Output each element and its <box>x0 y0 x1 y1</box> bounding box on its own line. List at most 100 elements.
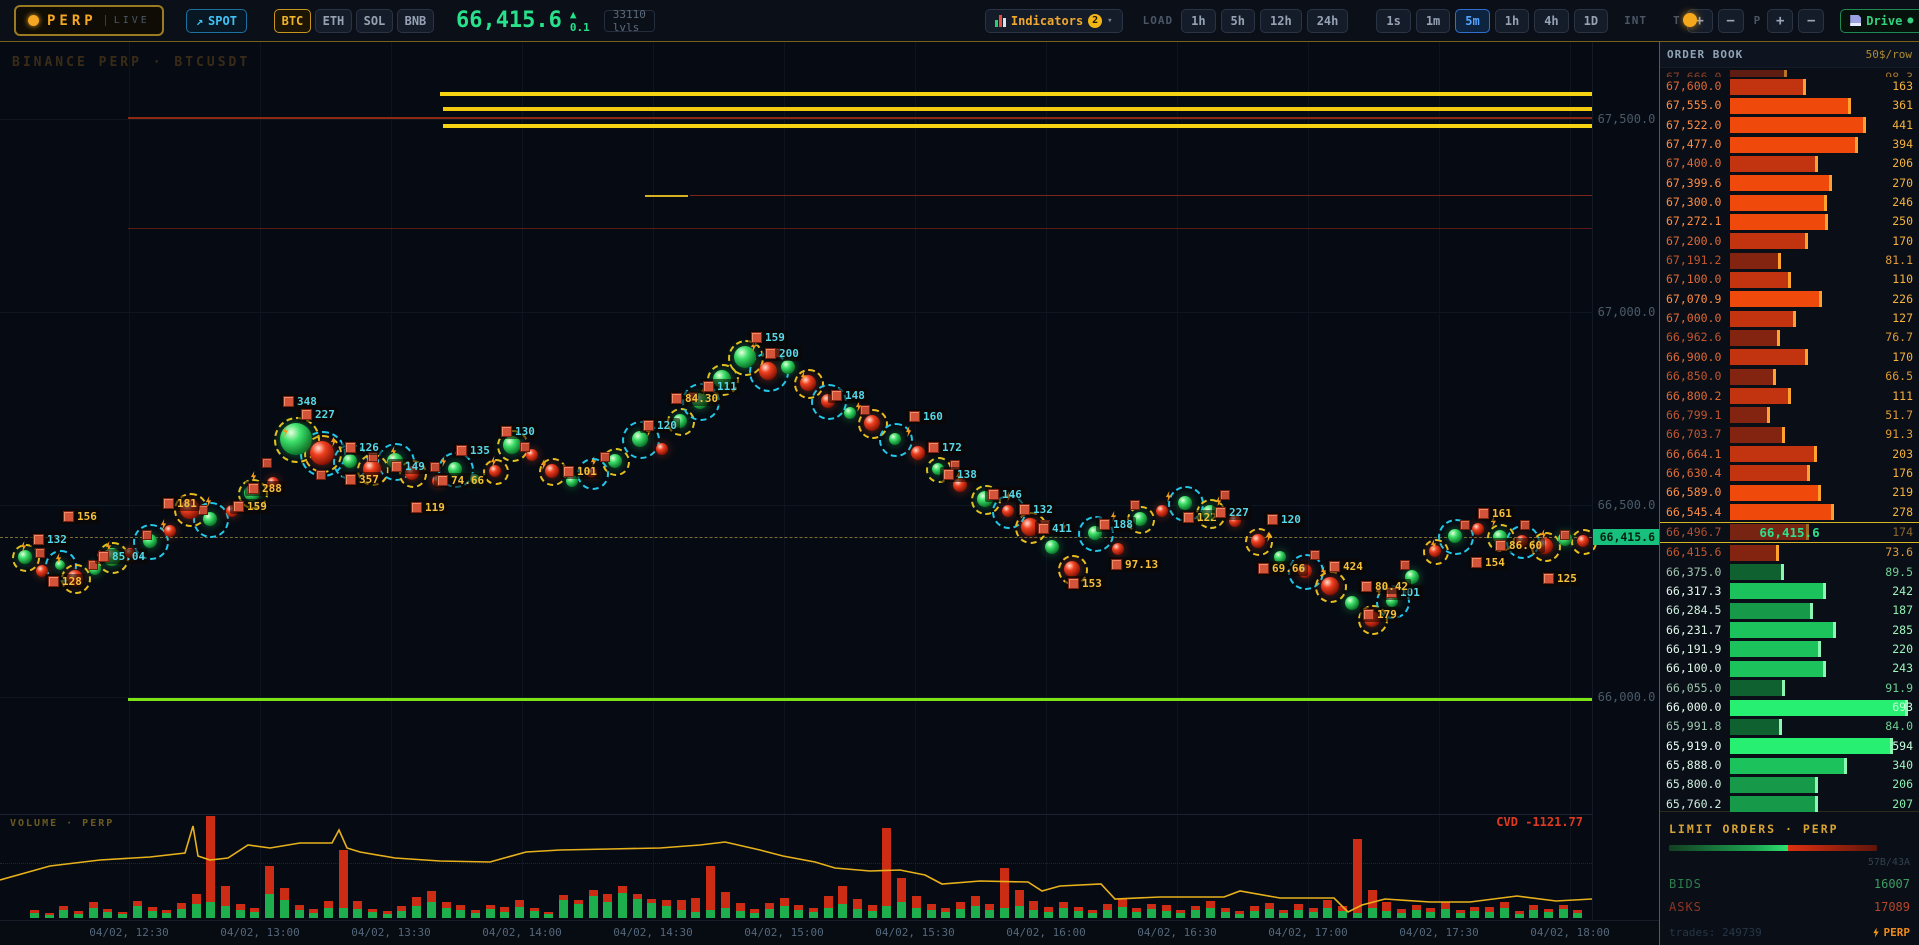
level-size: 76.7 <box>1885 330 1913 344</box>
order-book-row[interactable]: 66,496.717466,415.6 <box>1660 522 1919 543</box>
level-size: 170 <box>1892 234 1913 248</box>
trade-size-tag: 135 <box>453 443 493 458</box>
volume-bar-buy <box>1515 914 1524 918</box>
liquidation-marker-icon <box>411 502 422 513</box>
price-axis[interactable]: 67,500.067,000.066,500.066,000.066,415.6 <box>1592 41 1660 920</box>
volume-bar-buy <box>1206 908 1215 918</box>
order-book-row[interactable]: 66,415.673.6 <box>1660 543 1919 562</box>
tf-1m-button[interactable]: 1m <box>1416 9 1450 33</box>
order-book-row[interactable]: 67,000.0127 <box>1660 309 1919 328</box>
order-book-row[interactable]: 66,100.0243 <box>1660 659 1919 678</box>
order-book-row[interactable]: 66,799.1 51.7 <box>1660 406 1919 425</box>
order-book-row[interactable]: 65,888.0340 <box>1660 756 1919 775</box>
time-axis[interactable]: 04/02, 12:3004/02, 13:0004/02, 13:3004/0… <box>0 920 1660 945</box>
liquidation-marker-icon <box>63 511 74 522</box>
tf-1d-button[interactable]: 1D <box>1574 9 1608 33</box>
volume-bar-buy <box>868 911 877 918</box>
order-book-row[interactable]: 65,919.0594 <box>1660 737 1919 756</box>
tf-1s-button[interactable]: 1s <box>1376 9 1410 33</box>
spot-button[interactable]: ↗ SPOT <box>186 9 247 33</box>
order-book-row[interactable]: 66,850.066.5 <box>1660 367 1919 386</box>
tf-1h-button[interactable]: 1h <box>1495 9 1529 33</box>
order-book-row[interactable]: 67,666.098.3 <box>1660 68 1919 77</box>
p-minus-button[interactable]: − <box>1798 9 1824 33</box>
order-book-row[interactable]: 65,800.0206 <box>1660 775 1919 794</box>
tf-4h-button[interactable]: 4h <box>1534 9 1568 33</box>
slider-knob[interactable] <box>1683 13 1697 27</box>
liquidation-marker-icon <box>1363 609 1374 620</box>
order-book-row[interactable]: 67,400.0206 <box>1660 154 1919 173</box>
tf-5m-button[interactable]: 5m <box>1455 9 1489 33</box>
trade-bubble <box>1251 534 1265 548</box>
order-book-row[interactable]: 66,191.9220 <box>1660 640 1919 659</box>
chevron-down-icon: ▾ <box>1107 16 1112 26</box>
drive-button[interactable]: Drive ● <box>1840 9 1919 33</box>
tab-sol[interactable]: SOL <box>356 9 393 33</box>
order-book-row[interactable]: 67,100.0110 <box>1660 270 1919 289</box>
volume-bar-buy <box>647 903 656 918</box>
order-book-row[interactable]: 66,317.3242 <box>1660 582 1919 601</box>
order-book-row-size: 50$/row <box>1866 48 1912 61</box>
order-book-row[interactable]: 66,703.791.3 <box>1660 425 1919 444</box>
order-book-row[interactable]: 66,962.676.7 <box>1660 328 1919 347</box>
order-book-row[interactable]: 66,375.089.5 <box>1660 563 1919 582</box>
order-book-row[interactable]: 66,000.0693 <box>1660 698 1919 717</box>
depth-bar <box>1730 719 1782 735</box>
trade-size-value: 111 <box>717 380 737 393</box>
level-size: 51.7 <box>1885 408 1913 422</box>
bids-count: 16007 <box>1874 877 1910 891</box>
status-dot-icon: ● <box>1907 15 1913 26</box>
order-book-row[interactable]: 66,545.4278 <box>1660 503 1919 522</box>
tab-bnb[interactable]: BNB <box>397 9 434 33</box>
trade-size-tag: 85.04 <box>95 549 148 564</box>
order-book-row[interactable]: 66,589.0219 <box>1660 483 1919 502</box>
order-book-row[interactable]: 67,477.0394 <box>1660 135 1919 154</box>
order-book-title: ORDER BOOK <box>1667 48 1743 61</box>
depth-bar <box>1730 680 1785 696</box>
trade-size-value: 101 <box>577 465 597 478</box>
indicators-button[interactable]: Indicators 2 ▾ <box>985 9 1123 33</box>
load-24h-button[interactable]: 24h <box>1307 9 1349 33</box>
trade-size-value: 132 <box>47 533 67 546</box>
trade-bubble <box>343 454 357 468</box>
order-book-row[interactable]: 67,200.0170 <box>1660 232 1919 251</box>
order-book-row[interactable]: 66,800.2111 <box>1660 387 1919 406</box>
volume-bar-buy <box>956 909 965 918</box>
order-book-row[interactable]: 66,055.091.9 <box>1660 679 1919 698</box>
load-1h-button[interactable]: 1h <box>1181 9 1215 33</box>
load-12h-button[interactable]: 12h <box>1260 9 1302 33</box>
t-minus-button[interactable]: − <box>1718 9 1744 33</box>
order-book-row[interactable]: 66,630.4176 <box>1660 464 1919 483</box>
order-book-row[interactable]: 67,272.1250 <box>1660 212 1919 231</box>
p-plus-button[interactable]: + <box>1767 9 1793 33</box>
perp-logo-button[interactable]: PERP LIVE <box>14 5 164 36</box>
order-book-row[interactable]: 66,664.1203 <box>1660 445 1919 464</box>
volume-bar-sell <box>1088 910 1097 913</box>
order-book-row[interactable]: 67,555.0361 <box>1660 96 1919 115</box>
trade-size-value: 200 <box>779 347 799 360</box>
liquidation-marker-icon <box>501 426 512 437</box>
volume-bar-sell <box>383 911 392 914</box>
volume-bar-sell <box>1441 902 1450 909</box>
order-book-row[interactable]: 66,231.7285 <box>1660 621 1919 640</box>
trade-size-value: 148 <box>845 389 865 402</box>
order-book-row[interactable]: 65,991.884.0 <box>1660 717 1919 736</box>
trade-bubble <box>632 431 648 447</box>
level-price: 66,799.1 <box>1666 408 1721 422</box>
order-book-row[interactable]: 67,191.281.1 <box>1660 251 1919 270</box>
trades-row: trades: 249739 PERP <box>1669 914 1910 939</box>
volume-bar-buy <box>1059 908 1068 918</box>
tab-eth[interactable]: ETH <box>315 9 352 33</box>
order-book-row[interactable]: 67,070.9226 <box>1660 290 1919 309</box>
order-book-row[interactable]: 67,522.0441 <box>1660 116 1919 135</box>
order-book-row[interactable]: 66,284.5187 <box>1660 601 1919 620</box>
trade-bubble <box>781 360 795 374</box>
volume-bar-buy <box>691 912 700 918</box>
volume-bar-sell <box>456 905 465 910</box>
order-book-row[interactable]: 67,399.6270 <box>1660 174 1919 193</box>
order-book-row[interactable]: 66,900.0170 <box>1660 348 1919 367</box>
order-book-row[interactable]: 67,300.0246 <box>1660 193 1919 212</box>
load-5h-button[interactable]: 5h <box>1221 9 1255 33</box>
tab-btc[interactable]: BTC <box>274 9 311 33</box>
order-book-row[interactable]: 67,600.0163 <box>1660 77 1919 96</box>
